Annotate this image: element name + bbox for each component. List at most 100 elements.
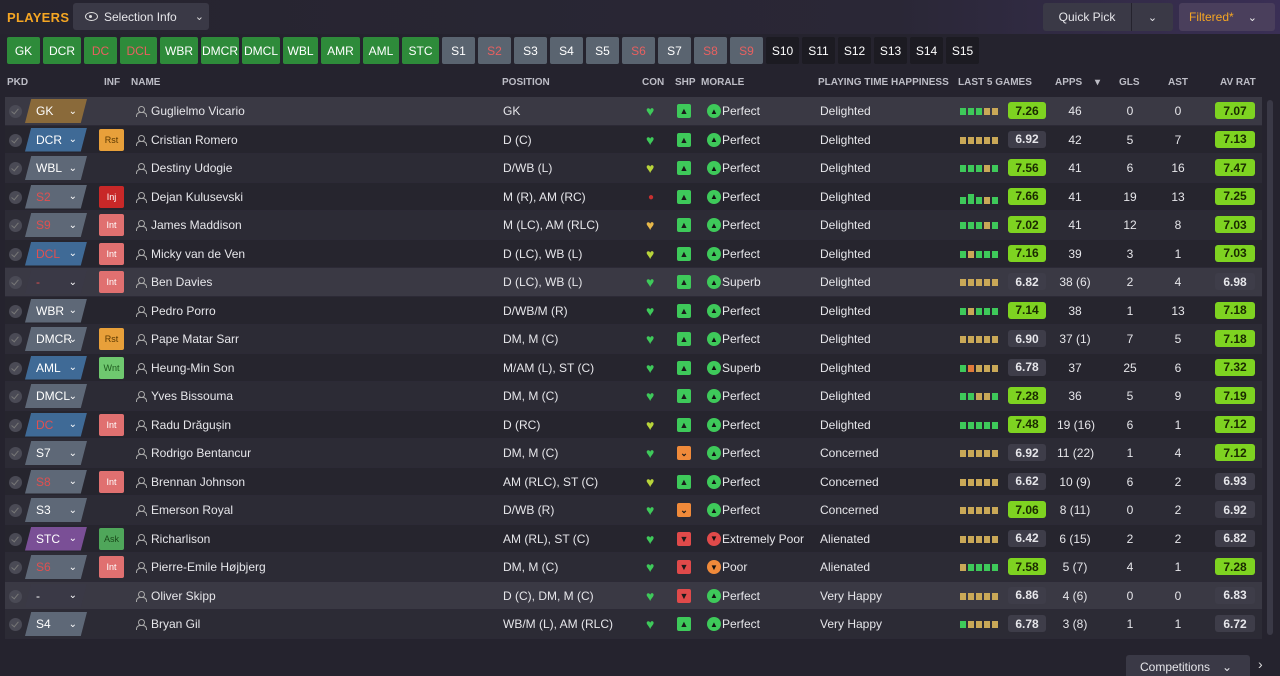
- table-row[interactable]: S3 ⌄ Emerson Royal D/WB (R) ♥ ⌄ ▲ Perfect Concer…: [5, 496, 1262, 525]
- position-selector[interactable]: DCL ⌄: [25, 241, 87, 266]
- info-badge[interactable]: Wnt: [99, 356, 124, 379]
- position-selector[interactable]: S7 ⌄: [25, 441, 87, 465]
- table-row[interactable]: DCL ⌄ Int Micky van de Ven D (LC), WB (L) ♥ ▲ ▲…: [5, 239, 1262, 268]
- info-badge[interactable]: Rst: [99, 128, 124, 151]
- selection-info-button[interactable]: Selection Info ⌄: [73, 3, 209, 30]
- picked-check-icon[interactable]: [9, 390, 22, 403]
- col-avrat[interactable]: AV RAT: [1220, 77, 1256, 88]
- player-name[interactable]: Yves Bissouma: [151, 389, 233, 403]
- picked-check-icon[interactable]: [9, 333, 22, 346]
- player-name[interactable]: Richarlison: [151, 532, 210, 546]
- table-row[interactable]: DCR ⌄ Rst Cristian Romero D (C) ♥ ▲ ▲ Perfect Del…: [5, 125, 1262, 154]
- position-button-s11[interactable]: S11: [802, 37, 835, 64]
- position-selector[interactable]: AML ⌄: [25, 355, 87, 380]
- picked-check-icon[interactable]: [9, 618, 22, 631]
- picked-check-icon[interactable]: [9, 219, 22, 232]
- position-selector[interactable]: STC ⌄: [25, 526, 87, 551]
- position-selector[interactable]: DMCL ⌄: [25, 384, 87, 408]
- position-button-dmcl[interactable]: DMCL: [242, 37, 280, 64]
- info-badge[interactable]: Ask: [99, 527, 124, 550]
- table-row[interactable]: DMCL ⌄ Yves Bissouma DM, M (C) ♥ ▲ ▲ Perfect Del…: [5, 382, 1262, 411]
- picked-check-icon[interactable]: [9, 504, 22, 517]
- position-button-amr[interactable]: AMR: [321, 37, 360, 64]
- position-button-dmcr[interactable]: DMCR: [201, 37, 239, 64]
- picked-check-icon[interactable]: [9, 162, 22, 175]
- col-last-5-games[interactable]: LAST 5 GAMES: [958, 77, 1032, 88]
- position-selector[interactable]: - ⌄: [25, 270, 87, 294]
- info-badge[interactable]: Inj: [99, 185, 124, 208]
- col-position[interactable]: POSITION: [502, 77, 550, 88]
- player-name[interactable]: Emerson Royal: [151, 503, 233, 517]
- position-selector[interactable]: S4 ⌄: [25, 612, 87, 636]
- info-badge[interactable]: Int: [99, 242, 124, 265]
- table-row[interactable]: S9 ⌄ Int James Maddison M (LC), AM (RLC) ♥ ▲ ▲ P…: [5, 211, 1262, 240]
- position-button-wbr[interactable]: WBR: [160, 37, 198, 64]
- col-apps[interactable]: APPS: [1055, 77, 1082, 88]
- picked-check-icon[interactable]: [9, 447, 22, 460]
- col-playing-time-happiness[interactable]: PLAYING TIME HAPPINESS: [818, 77, 949, 88]
- player-name[interactable]: Pedro Porro: [151, 304, 216, 318]
- position-button-s6[interactable]: S6: [622, 37, 655, 64]
- table-row[interactable]: WBR ⌄ Pedro Porro D/WB/M (R) ♥ ▲ ▲ Perfect Delig…: [5, 296, 1262, 325]
- player-name[interactable]: Heung-Min Son: [151, 361, 234, 375]
- position-button-s12[interactable]: S12: [838, 37, 871, 64]
- col-con[interactable]: CON: [642, 77, 664, 88]
- table-row[interactable]: - ⌄ Oliver Skipp D (C), DM, M (C) ♥ ▼ ▲ Perfect…: [5, 581, 1262, 610]
- picked-check-icon[interactable]: [9, 190, 22, 204]
- position-selector[interactable]: WBL ⌄: [25, 156, 87, 180]
- position-button-s1[interactable]: S1: [442, 37, 475, 64]
- position-button-dcr[interactable]: DCR: [43, 37, 81, 64]
- player-name[interactable]: Dejan Kulusevski: [151, 190, 243, 204]
- player-name[interactable]: Ben Davies: [151, 275, 212, 289]
- table-row[interactable]: STC ⌄ Ask Richarlison AM (RL), ST (C) ♥ ▼ ▼ Extr…: [5, 524, 1262, 553]
- position-button-s2[interactable]: S2: [478, 37, 511, 64]
- table-row[interactable]: GK ⌄ Guglielmo Vicario GK ♥ ▲ ▲ Perfect Delighte…: [5, 97, 1262, 126]
- position-button-dc[interactable]: DC: [84, 37, 117, 64]
- table-row[interactable]: S7 ⌄ Rodrigo Bentancur DM, M (C) ♥ ⌄ ▲ Perfect C…: [5, 439, 1262, 468]
- player-name[interactable]: James Maddison: [151, 218, 242, 232]
- position-button-dcl[interactable]: DCL: [120, 37, 157, 64]
- col-inf[interactable]: INF: [104, 77, 120, 88]
- picked-check-icon[interactable]: [9, 133, 22, 147]
- player-name[interactable]: Cristian Romero: [151, 133, 238, 147]
- info-badge[interactable]: Int: [99, 556, 124, 578]
- position-selector[interactable]: WBR ⌄: [25, 298, 87, 323]
- col-shp[interactable]: SHP: [675, 77, 696, 88]
- position-button-aml[interactable]: AML: [363, 37, 399, 64]
- picked-check-icon[interactable]: [9, 589, 22, 603]
- picked-check-icon[interactable]: [9, 561, 22, 574]
- player-name[interactable]: Guglielmo Vicario: [151, 104, 245, 118]
- position-button-gk[interactable]: GK: [7, 37, 40, 64]
- position-selector[interactable]: GK ⌄: [25, 99, 87, 123]
- col-gls[interactable]: GLS: [1119, 77, 1140, 88]
- info-badge[interactable]: Int: [99, 271, 124, 293]
- position-selector[interactable]: S3 ⌄: [25, 498, 87, 522]
- position-button-s4[interactable]: S4: [550, 37, 583, 64]
- table-row[interactable]: WBL ⌄ Destiny Udogie D/WB (L) ♥ ▲ ▲ Perfect Deli…: [5, 154, 1262, 183]
- picked-check-icon[interactable]: [9, 418, 22, 432]
- position-button-s8[interactable]: S8: [694, 37, 727, 64]
- chevron-right-icon[interactable]: ›: [1258, 656, 1263, 672]
- info-badge[interactable]: Int: [99, 413, 124, 436]
- position-selector[interactable]: S2 ⌄: [25, 184, 87, 209]
- position-button-stc[interactable]: STC: [402, 37, 439, 64]
- picked-check-icon[interactable]: [9, 247, 22, 261]
- competitions-button[interactable]: Competitions ⌄: [1126, 655, 1250, 676]
- player-name[interactable]: Bryan Gil: [151, 617, 200, 631]
- chevron-down-icon[interactable]: ⌄: [1132, 11, 1173, 24]
- position-selector[interactable]: DC ⌄: [25, 412, 87, 437]
- table-row[interactable]: AML ⌄ Wnt Heung-Min Son M/AM (L), ST (C) ♥ ▲ ▲ S…: [5, 353, 1262, 382]
- position-button-s5[interactable]: S5: [586, 37, 619, 64]
- position-button-s13[interactable]: S13: [874, 37, 907, 64]
- position-button-s10[interactable]: S10: [766, 37, 799, 64]
- col-morale[interactable]: MORALE: [701, 77, 744, 88]
- table-row[interactable]: S8 ⌄ Int Brennan Johnson AM (RLC), ST (C) ♥ ▲ ▲…: [5, 467, 1262, 496]
- player-name[interactable]: Radu Drăgușin: [151, 418, 231, 432]
- position-selector[interactable]: S8 ⌄: [25, 469, 87, 494]
- player-name[interactable]: Brennan Johnson: [151, 475, 245, 489]
- picked-check-icon[interactable]: [9, 276, 22, 289]
- scrollbar[interactable]: [1267, 100, 1273, 635]
- position-button-s7[interactable]: S7: [658, 37, 691, 64]
- position-button-s14[interactable]: S14: [910, 37, 943, 64]
- player-name[interactable]: Destiny Udogie: [151, 161, 232, 175]
